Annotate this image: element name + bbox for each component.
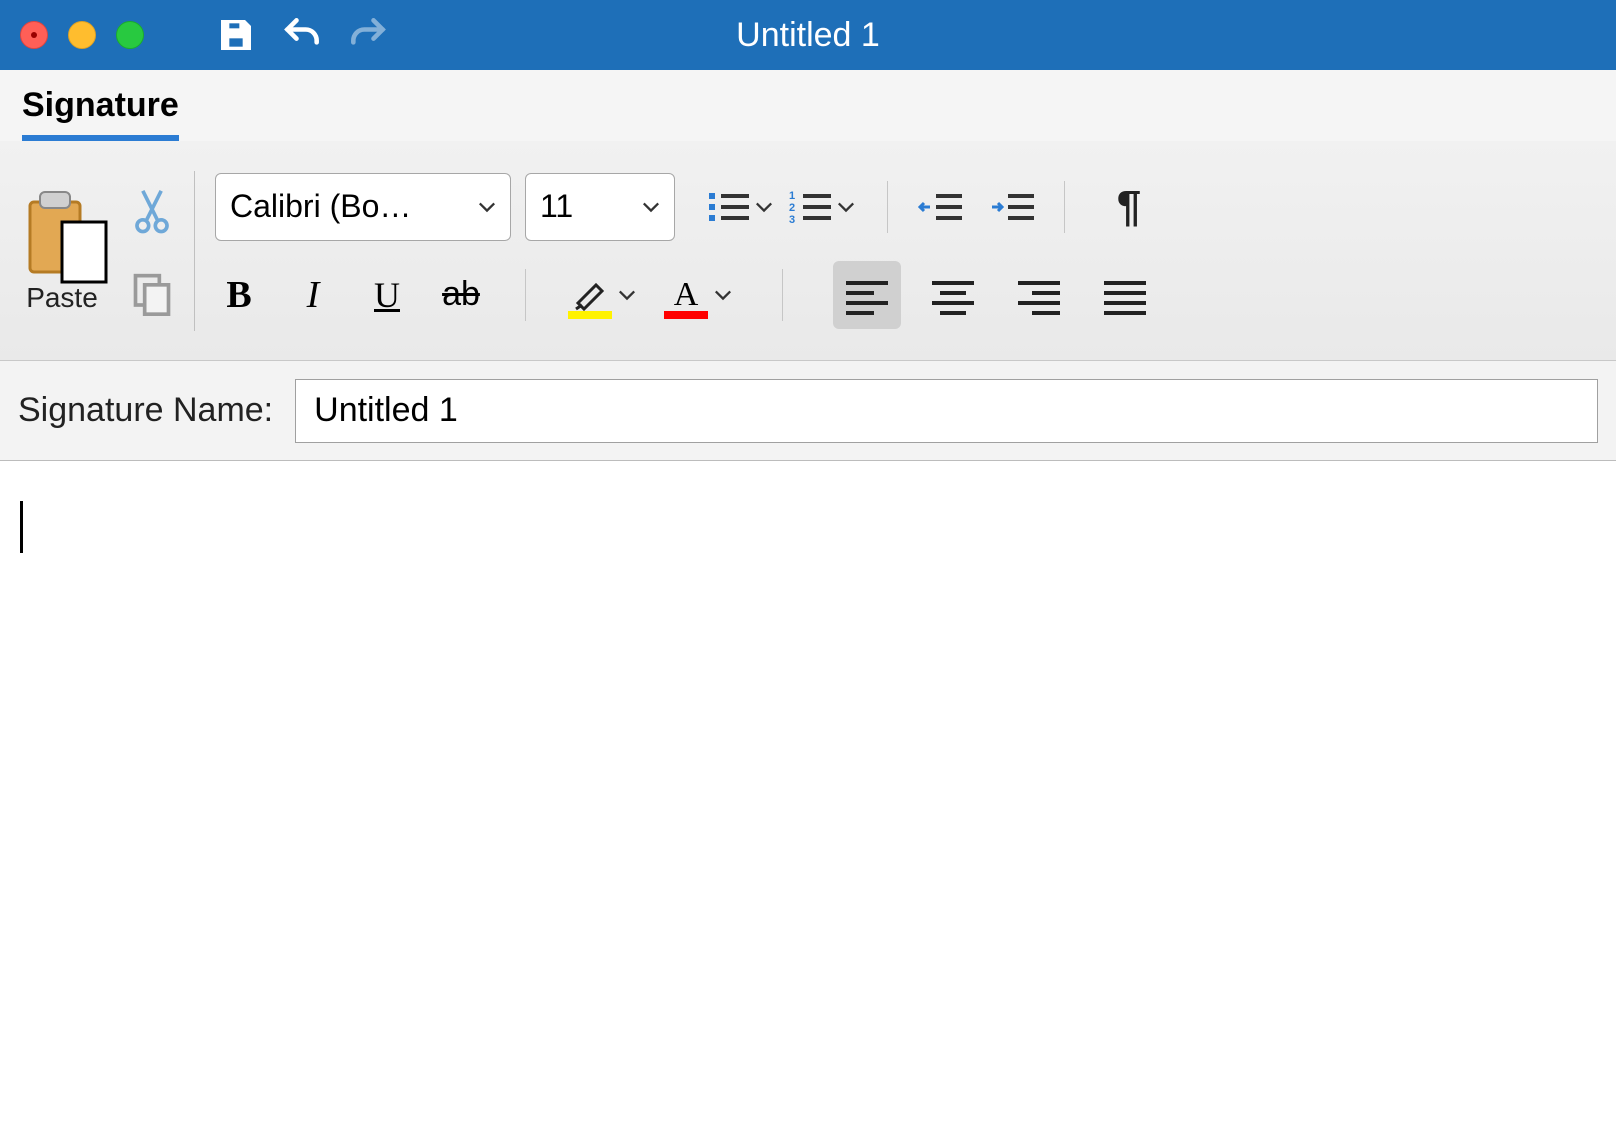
numbered-list-button[interactable]: 1 2 3 — [783, 183, 859, 231]
ribbon-tab-strip: Signature — [0, 70, 1616, 141]
align-justify-button[interactable] — [1091, 261, 1159, 329]
quick-access-toolbar — [214, 13, 390, 57]
clipboard-group: Paste — [18, 141, 194, 360]
cut-button[interactable] — [130, 185, 174, 242]
traffic-lights — [20, 21, 144, 49]
divider — [525, 269, 526, 321]
font-paragraph-group: Calibri (Bo… 11 — [195, 141, 1598, 360]
tab-signature[interactable]: Signature — [22, 86, 179, 141]
font-color-icon: A — [674, 276, 699, 314]
minimize-window-button[interactable] — [68, 21, 96, 49]
underline-icon: U — [374, 274, 400, 316]
highlight-color-button[interactable] — [566, 271, 636, 319]
maximize-window-button[interactable] — [116, 21, 144, 49]
undo-button[interactable] — [280, 13, 324, 57]
save-button[interactable] — [214, 13, 258, 57]
font-size-combo[interactable]: 11 — [525, 173, 675, 241]
text-caret — [20, 501, 23, 553]
paste-button[interactable]: Paste — [24, 188, 100, 314]
font-color-bar — [664, 311, 708, 319]
signature-name-input[interactable] — [295, 379, 1598, 443]
signature-name-row: Signature Name: — [0, 361, 1616, 461]
chevron-down-icon — [642, 201, 660, 213]
paste-label: Paste — [26, 282, 98, 314]
font-size-value: 11 — [540, 188, 632, 225]
align-center-button[interactable] — [919, 261, 987, 329]
align-center-icon — [928, 275, 978, 315]
numbered-list-icon: 1 2 3 — [787, 187, 835, 227]
svg-text:2: 2 — [789, 202, 795, 214]
show-formatting-button[interactable]: ¶ — [1105, 183, 1153, 231]
bold-icon: B — [226, 273, 251, 317]
divider — [1064, 181, 1065, 233]
align-justify-icon — [1100, 275, 1150, 315]
align-right-icon — [1014, 275, 1064, 315]
chevron-down-icon — [714, 289, 732, 301]
highlight-color-bar — [568, 311, 612, 319]
bold-button[interactable]: B — [215, 271, 263, 319]
svg-text:3: 3 — [789, 214, 795, 226]
redo-button[interactable] — [346, 13, 390, 57]
underline-button[interactable]: U — [363, 271, 411, 319]
decrease-indent-button[interactable] — [916, 183, 964, 231]
strikethrough-button[interactable]: ab — [437, 271, 485, 319]
window-title: Untitled 1 — [736, 16, 880, 55]
italic-icon: I — [307, 273, 320, 317]
font-name-combo[interactable]: Calibri (Bo… — [215, 173, 511, 241]
bulleted-list-button[interactable] — [701, 183, 777, 231]
align-left-icon — [842, 275, 892, 315]
window-titlebar: Untitled 1 — [0, 0, 1616, 70]
signature-name-label: Signature Name: — [18, 391, 273, 430]
font-name-value: Calibri (Bo… — [230, 188, 468, 225]
highlighter-icon — [570, 277, 610, 313]
align-right-button[interactable] — [1005, 261, 1073, 329]
svg-text:1: 1 — [789, 190, 795, 202]
signature-editor[interactable] — [0, 461, 1616, 1123]
increase-indent-icon — [988, 187, 1036, 227]
divider — [782, 269, 783, 321]
italic-button[interactable]: I — [289, 271, 337, 319]
strikethrough-icon: ab — [442, 275, 480, 314]
increase-indent-button[interactable] — [988, 183, 1036, 231]
pilcrow-icon: ¶ — [1117, 182, 1141, 232]
copy-button[interactable] — [130, 270, 174, 323]
font-color-button[interactable]: A — [662, 271, 732, 319]
chevron-down-icon — [478, 201, 496, 213]
close-window-button[interactable] — [20, 21, 48, 49]
divider — [887, 181, 888, 233]
paste-icon — [24, 188, 100, 280]
chevron-down-icon — [755, 201, 773, 213]
bulleted-list-icon — [705, 187, 753, 227]
decrease-indent-icon — [916, 187, 964, 227]
chevron-down-icon — [618, 289, 636, 301]
chevron-down-icon — [837, 201, 855, 213]
align-left-button[interactable] — [833, 261, 901, 329]
ribbon: Paste — [0, 141, 1616, 361]
